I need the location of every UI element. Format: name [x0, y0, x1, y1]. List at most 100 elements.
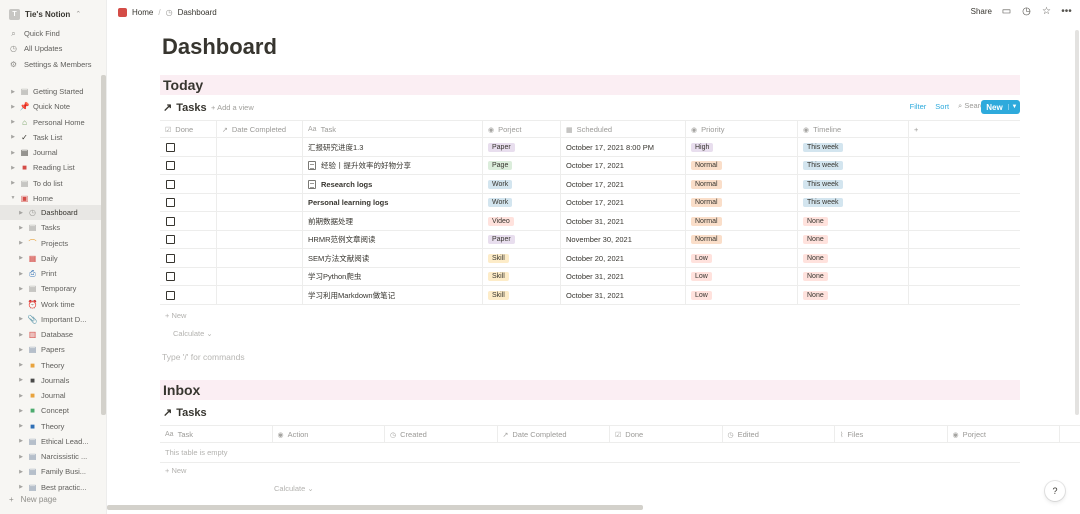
task-cell[interactable]: Personal learning logs [303, 193, 483, 212]
triangle-right-icon[interactable]: ▶ [15, 377, 27, 383]
filter-button[interactable]: Filter [910, 102, 927, 111]
sidebar-item-quick-note[interactable]: ▶ 📌 Quick Note [0, 99, 101, 114]
sidebar-item-task-list[interactable]: ▶ ✓ Task List [0, 130, 101, 145]
sidebar-item-journal[interactable]: ▶ ■ Journal [0, 388, 101, 403]
sidebar-item-to-do-list[interactable]: ▶ ▤ To do list [0, 176, 101, 191]
triangle-down-icon[interactable]: ▼ [7, 195, 19, 201]
breadcrumb-current[interactable]: Dashboard [178, 8, 217, 17]
sidebar-item-ethical-lead[interactable]: ▶ ▤ Ethical Lead... [0, 434, 101, 449]
project-cell[interactable]: Paper [483, 230, 561, 249]
timeline-cell[interactable]: This week [798, 138, 909, 156]
task-cell[interactable]: 前期数据处理 [303, 212, 483, 230]
project-cell[interactable]: Page [483, 156, 561, 175]
today-new-row[interactable]: + New [165, 311, 186, 320]
date-completed-cell[interactable] [217, 193, 303, 212]
triangle-right-icon[interactable]: ▶ [7, 104, 19, 110]
date-completed-cell[interactable] [217, 286, 303, 304]
priority-cell[interactable]: Normal [686, 212, 798, 230]
timeline-cell[interactable]: None [798, 267, 909, 286]
column-header-porject[interactable]: ◉ Porject [483, 121, 561, 138]
triangle-right-icon[interactable]: ▶ [15, 301, 27, 307]
column-header-timeline[interactable]: ◉ Timeline [798, 121, 909, 138]
triangle-right-icon[interactable]: ▶ [15, 484, 27, 490]
triangle-right-icon[interactable]: ▶ [7, 134, 19, 140]
sidebar-item-getting-started[interactable]: ▶ ▤ Getting Started [0, 84, 101, 99]
project-cell[interactable]: Skill [483, 249, 561, 267]
column-header-created[interactable]: ◷ Created [385, 426, 498, 443]
task-cell[interactable]: HRMR范例文章阅读 [303, 230, 483, 249]
inbox-calculate[interactable]: Calculate ⌄ [274, 484, 314, 493]
sidebar-item-best-practic[interactable]: ▶ ▤ Best practic... [0, 480, 101, 495]
command-placeholder[interactable]: Type '/' for commands [162, 352, 245, 362]
add-column-button[interactable]: + [909, 121, 939, 138]
priority-cell[interactable]: Normal [686, 230, 798, 249]
priority-cell[interactable]: Low [686, 249, 798, 267]
triangle-right-icon[interactable]: ▶ [15, 271, 27, 277]
sidebar-item-daily[interactable]: ▶ ▦ Daily [0, 251, 101, 266]
checkbox[interactable] [166, 216, 175, 226]
triangle-right-icon[interactable]: ▶ [15, 316, 27, 322]
timeline-cell[interactable]: None [798, 212, 909, 230]
timeline-cell[interactable]: This week [798, 156, 909, 175]
sidebar-search[interactable]: ⌕ Quick Find [0, 26, 101, 41]
sidebar-gear[interactable]: ⚙ Settings & Members [0, 57, 101, 72]
scheduled-cell[interactable]: October 17, 2021 [561, 193, 686, 212]
sidebar-item-concept[interactable]: ▶ ■ Concept [0, 403, 101, 418]
done-cell[interactable] [160, 267, 217, 286]
help-button[interactable]: ? [1045, 481, 1065, 501]
chevron-down-icon[interactable]: ▼ [1008, 104, 1020, 110]
sidebar-item-temporary[interactable]: ▶ ▤ Temporary [0, 281, 101, 296]
new-page-button[interactable]: + New page [9, 495, 57, 504]
task-cell[interactable]: Research logs [303, 175, 483, 193]
done-cell[interactable] [160, 156, 217, 175]
column-header-scheduled[interactable]: ▦ Scheduled [561, 121, 686, 138]
scheduled-cell[interactable]: October 20, 2021 [561, 249, 686, 267]
sidebar-scrollbar[interactable] [101, 75, 106, 415]
project-cell[interactable]: Paper [483, 138, 561, 156]
triangle-right-icon[interactable]: ▶ [7, 165, 19, 171]
triangle-right-icon[interactable]: ▶ [7, 89, 19, 95]
sidebar-item-papers[interactable]: ▶ ▤ Papers [0, 342, 101, 357]
triangle-right-icon[interactable]: ▶ [15, 393, 27, 399]
done-cell[interactable] [160, 212, 217, 230]
triangle-right-icon[interactable]: ▶ [15, 469, 27, 475]
priority-cell[interactable]: Normal [686, 156, 798, 175]
triangle-right-icon[interactable]: ▶ [15, 362, 27, 368]
sidebar-item-reading-list[interactable]: ▶ ■ Reading List [0, 160, 101, 175]
checkbox[interactable] [166, 290, 175, 300]
triangle-right-icon[interactable]: ▶ [15, 438, 27, 444]
project-cell[interactable]: Work [483, 175, 561, 193]
priority-cell[interactable]: Low [686, 286, 798, 304]
project-cell[interactable]: Skill [483, 286, 561, 304]
sidebar-item-database[interactable]: ▶ ▥ Database [0, 327, 101, 342]
history-clock-icon[interactable]: ◷ [1021, 6, 1032, 17]
sidebar-item-narcissistic[interactable]: ▶ ▤ Narcissistic ... [0, 449, 101, 464]
sidebar-item-tasks[interactable]: ▶ ▤ Tasks [0, 220, 101, 235]
task-cell[interactable]: 经验丨提升效率的好物分享 [303, 156, 483, 175]
page-scrollbar[interactable] [1075, 30, 1079, 415]
checkbox[interactable] [166, 235, 175, 244]
triangle-right-icon[interactable]: ▶ [15, 454, 27, 460]
timeline-cell[interactable]: None [798, 286, 909, 304]
inbox-view-title[interactable]: ↗ Tasks [163, 406, 207, 420]
column-header-priority[interactable]: ◉ Priority [686, 121, 798, 138]
more-icon[interactable]: ••• [1061, 6, 1072, 17]
task-cell[interactable]: SEM方法文献阅读 [303, 249, 483, 267]
share-button[interactable]: Share [971, 7, 992, 16]
column-header-task[interactable]: Aa Task [160, 426, 273, 443]
priority-cell[interactable]: Normal [686, 175, 798, 193]
triangle-right-icon[interactable]: ▶ [15, 347, 27, 353]
add-view-button[interactable]: + Add a view [211, 103, 254, 112]
date-completed-cell[interactable] [217, 212, 303, 230]
breadcrumb-home[interactable]: Home [132, 8, 153, 17]
done-cell[interactable] [160, 138, 217, 156]
scheduled-cell[interactable]: October 31, 2021 [561, 286, 686, 304]
triangle-right-icon[interactable]: ▶ [15, 408, 27, 414]
project-cell[interactable]: Video [483, 212, 561, 230]
workspace-switcher[interactable]: T Tie's Notion ⌃ [9, 8, 81, 20]
triangle-right-icon[interactable]: ▶ [15, 423, 27, 429]
sidebar-item-theory[interactable]: ▶ ■ Theory [0, 419, 101, 434]
scheduled-cell[interactable]: October 17, 2021 8:00 PM [561, 138, 686, 156]
today-calculate[interactable]: Calculate ⌄ [173, 329, 213, 338]
column-header-done[interactable]: ☑ Done [610, 426, 723, 443]
